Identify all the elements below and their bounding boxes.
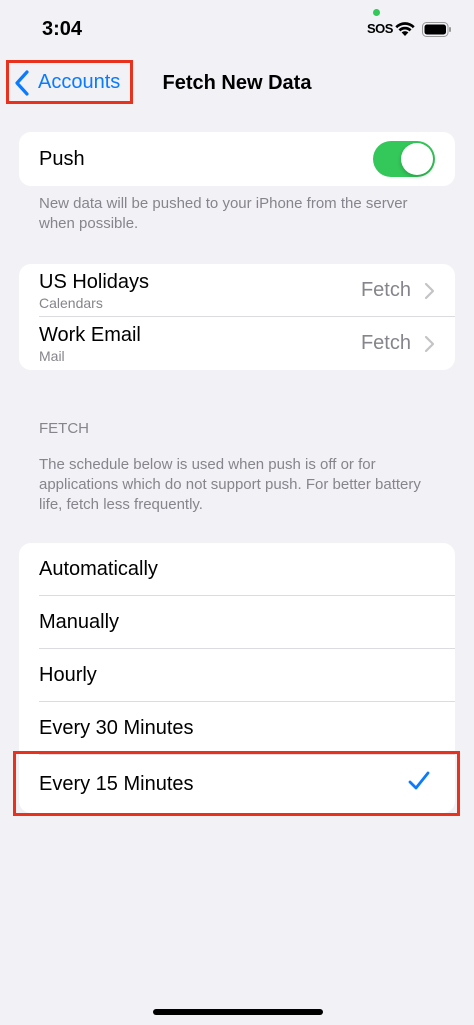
option-every-15-minutes[interactable]: Every 15 Minutes	[19, 755, 455, 813]
push-row: Push	[19, 132, 455, 186]
sos-indicator: SOS	[367, 21, 393, 36]
wifi-icon	[395, 22, 415, 36]
option-hourly[interactable]: Hourly	[19, 649, 455, 702]
push-toggle-knob	[401, 143, 433, 175]
home-indicator[interactable]	[153, 1009, 323, 1015]
push-footer: New data will be pushed to your iPhone f…	[39, 195, 408, 232]
fetch-section-header: FETCH	[39, 420, 89, 437]
account-row-work-email[interactable]: Work Email Mail Fetch	[19, 317, 455, 370]
account-type: Mail	[39, 347, 65, 364]
option-label: Every 15 Minutes	[39, 772, 194, 795]
account-fetch-value: Fetch	[360, 279, 411, 301]
camera-indicator-dot	[373, 9, 380, 16]
status-time: 3:04	[42, 18, 83, 40]
option-label: Automatically	[39, 558, 158, 580]
push-toggle[interactable]	[373, 141, 435, 177]
push-label: Push	[39, 147, 85, 170]
option-automatically[interactable]: Automatically	[19, 543, 455, 596]
chevron-right-icon	[424, 335, 435, 353]
status-bar: 3:04 SOS	[0, 0, 474, 60]
option-manually[interactable]: Manually	[19, 596, 455, 649]
page-title: Fetch New Data	[0, 72, 474, 95]
accounts-group: US Holidays Calendars Fetch Work Email M…	[19, 264, 455, 370]
push-group: Push	[19, 132, 455, 186]
account-fetch-value: Fetch	[360, 332, 411, 354]
fetch-section-description: The schedule below is used when push is …	[39, 456, 421, 513]
option-label: Hourly	[39, 664, 97, 686]
page-title-text: Fetch New Data	[162, 72, 312, 94]
chevron-right-icon	[424, 282, 435, 300]
checkmark-icon	[408, 771, 430, 790]
option-label: Every 30 Minutes	[39, 717, 194, 739]
account-name: US Holidays	[39, 270, 150, 293]
battery-icon	[422, 22, 451, 37]
account-name: Work Email	[39, 323, 141, 346]
account-type: Calendars	[39, 294, 103, 311]
account-row-us-holidays[interactable]: US Holidays Calendars Fetch	[19, 264, 455, 317]
option-every-30-minutes[interactable]: Every 30 Minutes	[19, 702, 455, 755]
fetch-options-group: Automatically Manually Hourly Every 30 M…	[19, 543, 455, 813]
option-label: Manually	[39, 611, 120, 633]
